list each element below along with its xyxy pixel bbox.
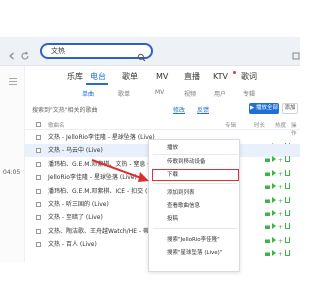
play-all-button[interactable]: ▶ 播放全部 [249,103,279,114]
song-title[interactable]: 潘玮柏、G.E.M.邓紫棋、ICE - 扣交 (Live) [48,188,162,195]
row-checkbox[interactable] [36,242,41,248]
sidebar-icon[interactable] [8,71,18,85]
menu-item-search-artist[interactable]: 搜索"JelloRio李佳隆" [167,237,220,244]
menu-separator [153,228,237,229]
nav-active-underline [86,83,108,85]
nav-item-mv[interactable]: MV [156,72,168,82]
row-action-icons: + [265,161,299,177]
select-all-checkbox[interactable] [36,122,41,127]
menu-item-play[interactable]: 播放 [167,145,178,152]
row-checkbox[interactable] [36,135,41,140]
context-menu: 播放 传歌到移动设备 下载 添加到列表 查看歌曲信息 投稿 搜索"JelloRi… [148,139,240,272]
menu-separator [153,183,237,184]
playback-time: 04:05 [3,169,21,176]
header-duration: 时长 [254,123,266,129]
menu-separator [153,154,237,155]
add-button[interactable]: 添加 [282,103,298,114]
song-title[interactable]: JelloRio李佳隆 - 星球坠落 (Live) [48,174,137,181]
nav-item-lyrics[interactable]: 歌词 [241,72,257,82]
row-checkbox[interactable] [36,215,41,221]
row-checkbox[interactable] [36,175,41,181]
music-app-window: 文热 04:05 乐库 电台 歌单 MV 直播 KTV 歌词 单曲 歌单 MV … [0,37,300,272]
row-checkbox[interactable] [36,161,41,167]
download-icon[interactable] [285,250,290,257]
top-bar: 文热 [0,37,300,66]
feedback-link[interactable]: 反馈 [197,105,209,114]
menu-item-download[interactable]: 下载 [167,172,178,179]
row-checkbox[interactable] [36,202,41,207]
song-title[interactable]: 文热 - 百人 (Live) [48,241,97,248]
result-info-bar: 搜索到"文热"相关的歌曲 修改 反馈 ▶ 播放全部 添加 [25,101,300,117]
row-action-icons: + [265,214,299,231]
nav-item-library[interactable]: 乐库 [67,72,83,82]
download-highlight-box [152,169,239,181]
menu-item-contribute[interactable]: 投稿 [167,216,178,223]
song-title[interactable]: 文热 - 听三国的 (Live) [48,201,109,208]
nav-item-ktv[interactable]: KTV [213,72,228,82]
row-action-icons: + [265,228,299,244]
tab-songs[interactable]: 单曲 [82,89,94,98]
row-action-icons: + [265,147,299,164]
row-checkbox[interactable] [36,148,41,154]
row-action-icons: + [265,188,299,204]
tab-playlists[interactable]: 歌单 [118,89,130,98]
back-arrow-icon[interactable] [7,46,17,60]
tab-video[interactable]: 视频 [184,89,196,98]
refresh-icon[interactable] [20,46,30,60]
result-type-tabs: 单曲 歌单 MV 视频 用户 专辑 [25,87,300,99]
song-title[interactable]: 文热 - 乌云中 (Live) [48,147,103,154]
search-value: 文热 [51,47,65,55]
result-count-text: 搜索到"文热"相关的歌曲 [32,107,98,114]
search-input[interactable]: 文热 [40,43,153,62]
nav-item-live[interactable]: 直播 [184,72,200,82]
song-title[interactable]: 潘玮柏、G.E.M.邓紫棋、文热 - 窒息 (Live) [48,161,164,168]
row-checkbox[interactable] [36,228,41,234]
heat-bar-icon [265,250,270,257]
row-action-icons: + [265,174,299,191]
menu-item-add-to-list[interactable]: 添加到列表 [167,190,195,197]
search-icon[interactable] [137,47,146,62]
menu-item-transfer[interactable]: 传歌到移动设备 [167,159,206,166]
play-icon[interactable] [272,250,276,257]
add-icon[interactable]: + [278,252,283,258]
menu-item-song-info[interactable]: 查看歌曲信息 [167,203,200,210]
song-title[interactable]: 文热 - JelloRio李佳隆 - 星球坠落 (Live) [48,134,155,141]
tab-mv[interactable]: MV [155,89,164,96]
row-checkbox[interactable] [36,188,41,194]
nav-item-playlist[interactable]: 歌单 [122,72,138,82]
window-control-icon[interactable] [292,46,302,60]
row-action-icons: + [265,201,299,218]
row-action-icons: + [265,241,299,258]
notification-dot [233,71,236,74]
left-sidebar: 04:05 [0,66,25,262]
header-heat: 热度 [275,123,287,129]
tab-albums[interactable]: 专辑 [243,89,255,98]
row-action-icons: + [265,134,299,151]
song-table-header: 歌曲名 专辑 时长 热度 操作 [25,119,300,137]
main-nav: 乐库 电台 歌单 MV 直播 KTV 歌词 [25,69,300,86]
tab-users[interactable]: 用户 [214,89,226,98]
menu-item-search-song[interactable]: 搜索"星球坠落 (Live)" [167,250,222,257]
header-album: 专辑 [225,123,237,129]
song-title[interactable]: 文热 - 至暗了 (Live) [48,214,103,221]
nav-item-radio[interactable]: 电台 [90,72,106,82]
header-title: 歌曲名 [48,123,65,129]
fix-link[interactable]: 修改 [173,105,185,114]
